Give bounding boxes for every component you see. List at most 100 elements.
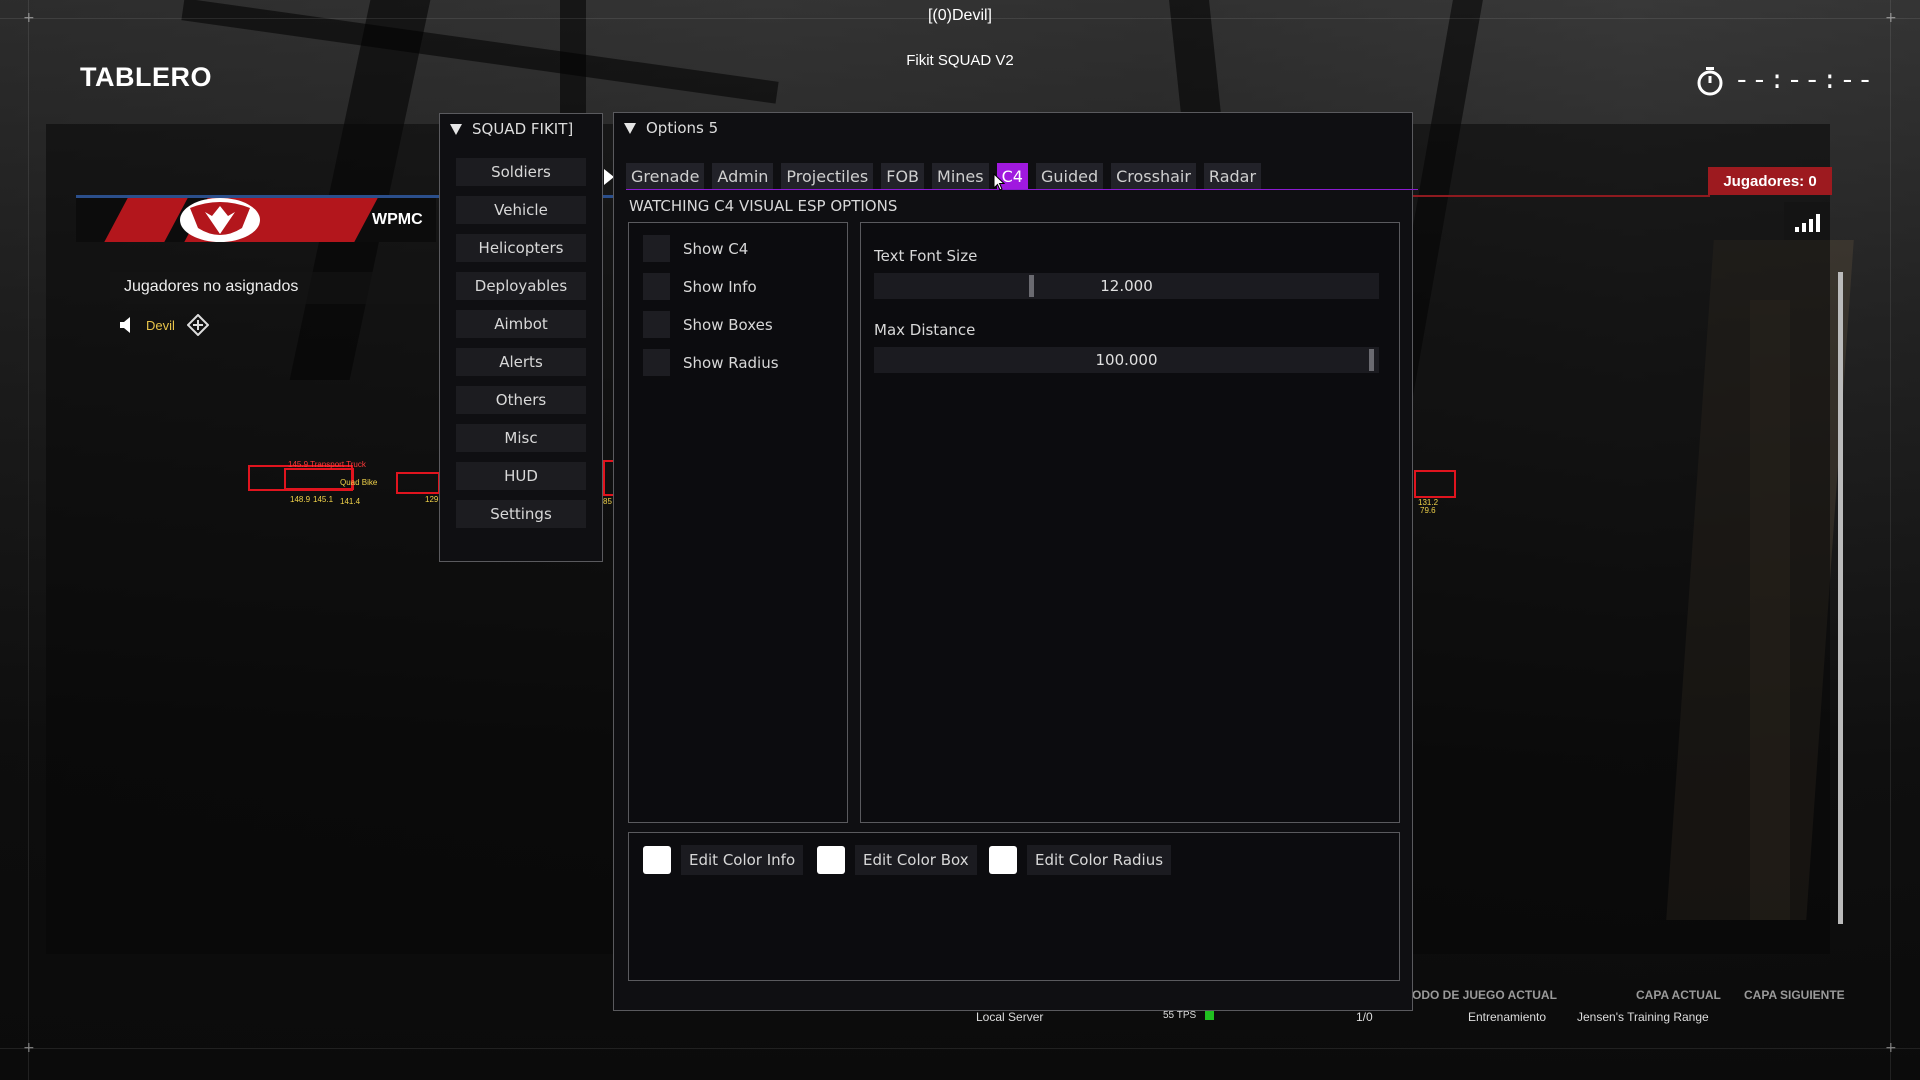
options-window-title[interactable]: Options 5 [614,113,1412,143]
max-distance-slider-grab[interactable] [1369,349,1374,371]
show-radius-checkbox[interactable] [643,349,670,376]
frame-line-right [1890,0,1891,1080]
esp-label: 145.1 [313,495,334,504]
menu-window: SQUAD FIKIT] Soldiers Vehicle Helicopter… [439,113,603,562]
section-title: WATCHING C4 VISUAL ESP OPTIONS [629,197,898,215]
menu-window-title[interactable]: SQUAD FIKIT] [440,114,602,144]
edit-color-info-group: Edit Color Info [643,845,804,875]
collapse-triangle-icon[interactable] [450,123,462,135]
color-panel: Edit Color Info Edit Color Box Edit Colo… [628,832,1400,981]
edit-color-radius-button[interactable]: Edit Color Radius [1027,845,1172,875]
max-distance-slider[interactable]: 100.000 [874,347,1379,373]
nav-aimbot-button[interactable]: Aimbot [456,310,586,338]
tab-underline [626,189,1418,190]
box-color-swatch[interactable] [817,846,845,874]
nav-misc-button[interactable]: Misc [456,424,586,452]
show-radius-label: Show Radius [683,353,779,372]
stopwatch-icon [1697,67,1723,96]
esp-label: 145.9 Transport Truck [288,460,366,469]
show-boxes-checkbox[interactable] [643,311,670,338]
current-layer-header: CAPA ACTUAL [1636,988,1721,1002]
menu-title-label: SQUAD FIKIT] [472,120,574,138]
timer-text: --:--:-- [1734,66,1875,96]
scoreboard-scrollbar[interactable] [1838,272,1843,924]
frame-line-left [28,0,29,1080]
show-c4-checkbox[interactable] [643,235,670,262]
options-title-label: Options 5 [646,119,719,137]
nav-others-button[interactable]: Others [456,386,586,414]
show-c4-label: Show C4 [683,239,749,258]
show-boxes-label: Show Boxes [683,315,773,334]
signal-icon [1784,202,1830,240]
frame-line-bottom [0,1048,1920,1049]
max-distance-value: 100.000 [1095,351,1158,369]
nav-alerts-button[interactable]: Alerts [456,348,586,376]
font-size-label: Text Font Size [874,247,978,265]
tab-crosshair[interactable]: Crosshair [1111,163,1196,189]
corner-plus-icon: + [23,1040,35,1056]
esp-vehicle-box [396,472,440,494]
tab-mines[interactable]: Mines [932,163,989,189]
checkbox-panel: Show C4 Show Info Show Boxes Show Radius [628,222,848,823]
nav-settings-button[interactable]: Settings [456,500,586,528]
font-size-slider[interactable]: 12.000 [874,273,1379,299]
mouse-cursor-icon [993,173,1005,191]
tab-fob[interactable]: FOB [881,163,925,189]
tab-radar[interactable]: Radar [1203,163,1262,189]
faction-emblem-icon [180,198,260,242]
tab-guided[interactable]: Guided [1035,163,1104,189]
edit-color-radius-group: Edit Color Radius [989,845,1172,875]
esp-label: 79.6 [1420,506,1436,515]
max-distance-label: Max Distance [874,321,976,339]
unassigned-players-label: Jugadores no asignados [124,278,299,295]
nav-deployables-button[interactable]: Deployables [456,272,586,300]
role-icon [186,314,209,336]
server-name: Local Server [976,1010,1044,1024]
edit-color-info-button[interactable]: Edit Color Info [681,845,804,875]
font-size-value: 12.000 [1100,277,1153,295]
page-title: TABLERO [80,62,212,92]
edit-color-box-button[interactable]: Edit Color Box [855,845,977,875]
collapse-triangle-icon[interactable] [624,122,636,134]
tab-admin[interactable]: Admin [712,163,774,189]
team-name: WPMC [372,211,423,228]
nav-soldiers-button[interactable]: Soldiers [456,158,586,186]
show-info-label: Show Info [683,277,757,296]
players-count-badge: Jugadores: 0 [1708,167,1832,195]
nav-helicopters-button[interactable]: Helicopters [456,234,586,262]
tab-grenade[interactable]: Grenade [626,163,705,189]
player-tag: [(0)Devil] [927,7,992,24]
nav-vehicle-button[interactable]: Vehicle [456,196,586,224]
esp-label: 129 [425,495,439,504]
slider-panel: Text Font Size 12.000 Max Distance 100.0… [860,222,1400,823]
esp-label: 141.4 [340,497,361,506]
info-color-swatch[interactable] [643,846,671,874]
player-name: Devil [146,317,175,333]
show-radius-option[interactable]: Show Radius [643,349,779,376]
speaker-icon [120,317,130,333]
game-mode-header: ODO DE JUEGO ACTUAL [1412,988,1557,1002]
match-timer: --:--:-- [1696,66,1875,96]
player-row[interactable]: Devil [118,314,209,336]
esp-vehicle-box [1414,470,1456,498]
options-window: Options 5 Grenade Admin Projectiles FOB … [613,112,1418,1011]
next-layer-header: CAPA SIGUIENTE [1744,988,1845,1002]
player-slots: 1/0 [1356,1010,1373,1024]
radius-color-swatch[interactable] [989,846,1017,874]
font-size-slider-grab[interactable] [1029,275,1034,297]
esp-label: 85 [603,497,612,506]
show-info-option[interactable]: Show Info [643,273,757,300]
current-layer-value: Jensen's Training Range [1577,1010,1709,1024]
tab-projectiles[interactable]: Projectiles [781,163,874,189]
show-c4-option[interactable]: Show C4 [643,235,748,262]
game-mode-value: Entrenamiento [1468,1010,1547,1024]
show-boxes-option[interactable]: Show Boxes [643,311,773,338]
nav-hud-button[interactable]: HUD [456,462,586,490]
esp-label: 148.9 [290,495,311,504]
tps-readout: 55 TPS [1163,1010,1197,1021]
corner-plus-icon: + [1885,1040,1897,1056]
edit-color-box-group: Edit Color Box [817,845,977,875]
show-info-checkbox[interactable] [643,273,670,300]
options-tab-bar: Grenade Admin Projectiles FOB Mines C4 G… [626,163,1262,189]
tps-indicator [1205,1010,1214,1020]
